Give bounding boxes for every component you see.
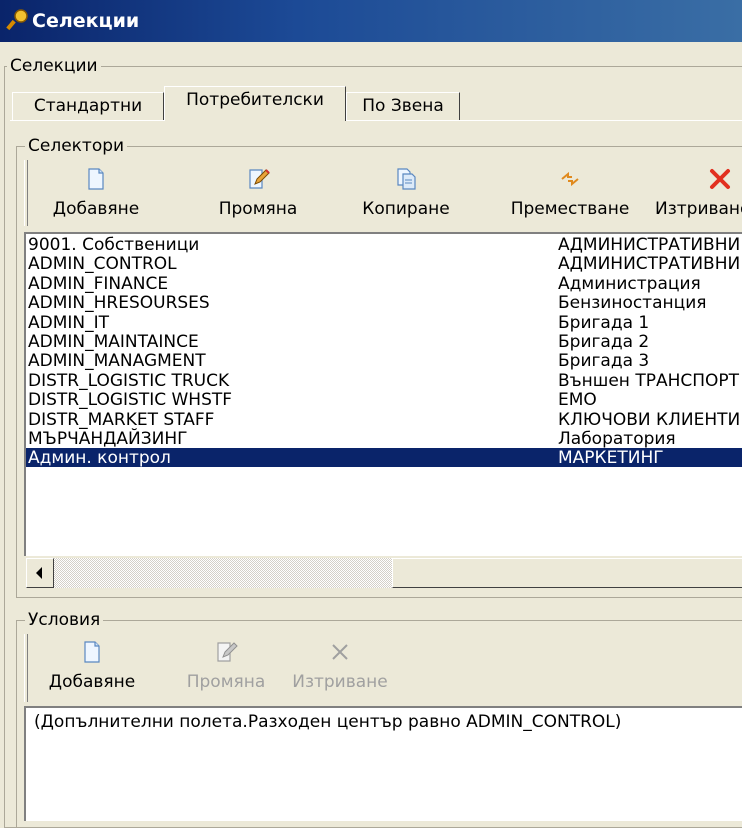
- list-item[interactable]: DISTR_MARKET STAFF: [28, 410, 232, 430]
- tab-standard[interactable]: Стандартни: [12, 92, 164, 121]
- selectors-edit-button[interactable]: Промяна: [200, 167, 316, 219]
- tab-by-units[interactable]: По Звена: [346, 92, 460, 121]
- move-arrows-icon: [561, 171, 579, 187]
- selectors-copy-button[interactable]: Копиране: [354, 167, 458, 219]
- horizontal-scrollbar[interactable]: [24, 556, 742, 590]
- delete-x-icon: [332, 644, 348, 660]
- window-title: Селекции: [32, 10, 140, 32]
- delete-x-icon: [710, 169, 730, 189]
- conditions-edit-label: Промяна: [186, 672, 266, 692]
- selectors-copy-label: Копиране: [362, 199, 450, 219]
- selectors-list-names: 9001. Собственици ADMIN_CONTROL ADMIN_FI…: [28, 235, 232, 469]
- scroll-track[interactable]: [54, 558, 392, 588]
- selectors-delete-label: Изтриване: [655, 199, 742, 219]
- tab-by-units-label: По Звена: [362, 96, 444, 116]
- new-document-icon: [84, 641, 100, 663]
- selectors-add-button[interactable]: Добавяне: [36, 167, 156, 219]
- list-item[interactable]: ADMIN_CONTROL: [28, 254, 232, 274]
- selectors-move-label: Преместване: [510, 199, 630, 219]
- selectors-list[interactable]: 9001. Собственици ADMIN_CONTROL ADMIN_FI…: [24, 232, 742, 556]
- conditions-toolbar-grip: [24, 634, 28, 702]
- conditions-add-label: Добавяне: [48, 672, 136, 692]
- list-item[interactable]: АДМИНИСТРАТИВНИ: [558, 254, 740, 274]
- conditions-text-value: (Допълнителни полета.Разходен център рав…: [34, 712, 622, 732]
- list-item[interactable]: DISTR_LOGISTIC WHSTF: [28, 390, 232, 410]
- scroll-thumb[interactable]: [392, 558, 742, 588]
- title-bar[interactable]: Селекции: [0, 0, 742, 42]
- tab-custom[interactable]: Потребителски: [164, 86, 346, 121]
- conditions-edit-button[interactable]: Промяна: [172, 640, 280, 692]
- edit-document-icon: [217, 642, 238, 662]
- app-icon: [6, 9, 28, 31]
- list-item[interactable]: Бензиностанция: [558, 293, 740, 313]
- conditions-add-button[interactable]: Добавяне: [30, 640, 154, 692]
- conditions-text[interactable]: (Допълнителни полета.Разходен център рав…: [24, 706, 742, 821]
- selectors-edit-label: Промяна: [218, 199, 298, 219]
- tab-page-border: [10, 120, 742, 121]
- list-item[interactable]: МЪРЧАНДАЙЗИНГ: [28, 429, 232, 449]
- scroll-left-button[interactable]: [26, 558, 54, 588]
- list-item[interactable]: ADMIN_MANAGMENT: [28, 352, 232, 372]
- selections-group-legend: Селекции: [7, 56, 101, 76]
- copy-icon: [397, 168, 416, 190]
- conditions-delete-label: Изтриване: [292, 672, 388, 692]
- edit-document-icon: [249, 169, 270, 189]
- selectors-move-button[interactable]: Преместване: [500, 167, 640, 219]
- list-item[interactable]: КЛЮЧОВИ КЛИЕНТИ: [558, 410, 740, 430]
- list-item[interactable]: Бригада 1: [558, 313, 740, 333]
- list-item[interactable]: ЕМО: [558, 390, 740, 410]
- list-item[interactable]: 9001. Собственици: [28, 235, 232, 255]
- list-item[interactable]: Администрация: [558, 274, 740, 294]
- selectors-add-label: Добавяне: [52, 199, 140, 219]
- new-document-icon: [88, 168, 104, 190]
- selectors-delete-button[interactable]: Изтриване: [650, 167, 742, 219]
- list-item[interactable]: ADMIN_HRESOURSES: [28, 293, 232, 313]
- conditions-group-legend: Условия: [25, 610, 104, 630]
- tab-standard-label: Стандартни: [33, 96, 143, 116]
- list-item[interactable]: DISTR_LOGISTIC TRUCK: [28, 371, 232, 391]
- conditions-delete-button[interactable]: Изтриване: [280, 640, 400, 692]
- list-item[interactable]: АДМИНИСТРАТИВНИ: [558, 235, 740, 255]
- list-item-selected[interactable]: МАРКЕТИНГ: [558, 449, 740, 469]
- list-item[interactable]: Бригада 3: [558, 352, 740, 372]
- selectors-group-legend: Селектори: [25, 136, 128, 156]
- arrow-left-icon: [36, 567, 42, 579]
- list-item[interactable]: ADMIN_FINANCE: [28, 274, 232, 294]
- tab-custom-label: Потребителски: [186, 90, 324, 110]
- list-item[interactable]: ADMIN_IT: [28, 313, 232, 333]
- list-item-selected[interactable]: Админ. контрол: [28, 449, 232, 469]
- selectors-list-departments: АДМИНИСТРАТИВНИ АДМИНИСТРАТИВНИ Админист…: [558, 235, 740, 469]
- list-item[interactable]: Бригада 2: [558, 332, 740, 352]
- list-item[interactable]: Външен ТРАНСПОРТ: [558, 371, 740, 391]
- selectors-toolbar-grip: [24, 160, 28, 226]
- list-item[interactable]: Лаборатория: [558, 429, 740, 449]
- list-item[interactable]: ADMIN_MAINTAINCE: [28, 332, 232, 352]
